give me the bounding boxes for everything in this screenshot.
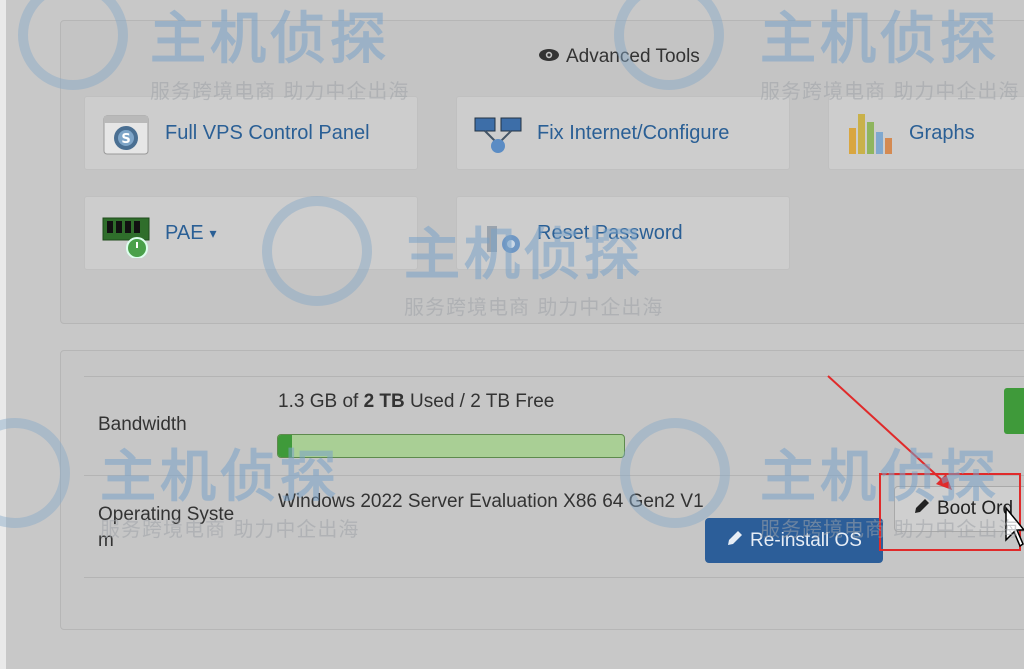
annotation-arrow — [827, 375, 952, 490]
mouse-cursor-icon — [1005, 506, 1024, 548]
watermark-globe-icon — [620, 418, 730, 528]
watermark-globe-icon — [262, 196, 372, 306]
